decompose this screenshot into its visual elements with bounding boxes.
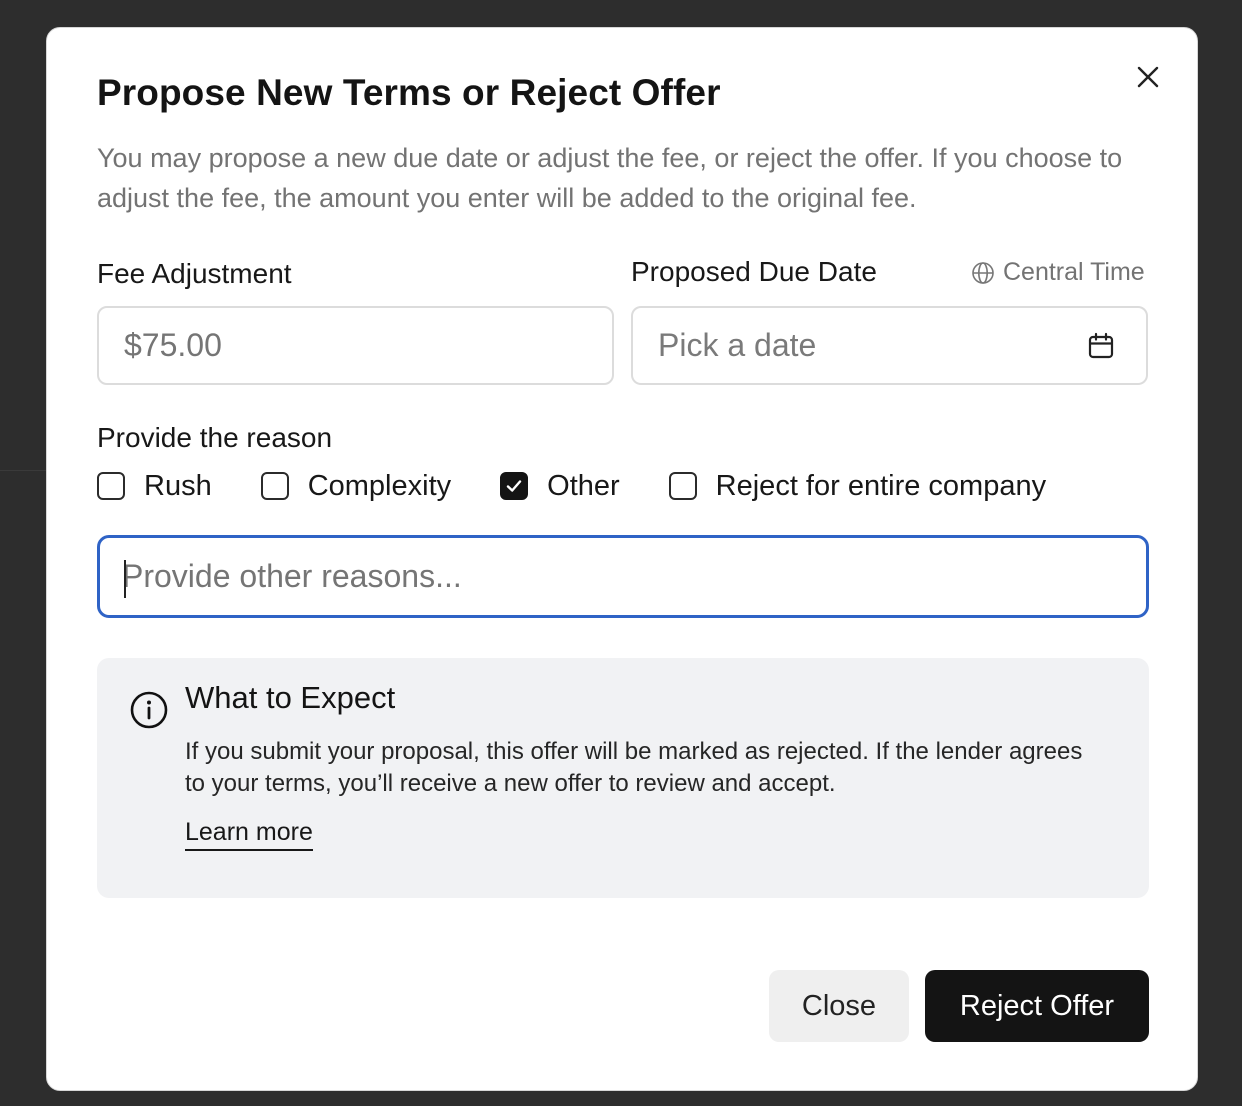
checkmark-icon [506,480,522,492]
fee-adjustment-input[interactable] [99,327,612,364]
other-reasons-field[interactable] [97,535,1149,618]
timezone-indicator: Central Time [971,258,1145,287]
checkbox-label: Other [547,469,620,502]
dialog-description: You may propose a new due date or adjust… [97,143,1123,213]
timezone-label: Central Time [1003,258,1145,286]
reject-offer-button[interactable]: Reject Offer [925,970,1149,1042]
checkbox-label: Complexity [307,469,452,502]
learn-more-link[interactable]: Learn more [185,818,313,851]
other-reasons-input[interactable] [100,558,1146,595]
fee-adjustment-field[interactable] [97,306,614,385]
text-cursor [124,560,126,598]
globe-icon [971,261,995,285]
due-date-picker[interactable]: Pick a date [631,306,1148,385]
calendar-icon[interactable] [1088,332,1114,360]
close-icon[interactable] [1133,62,1163,92]
info-icon [129,690,169,735]
propose-terms-dialog: Propose New Terms or Reject Offer You ma… [46,27,1198,1091]
backdrop [0,470,46,471]
due-date-label: Proposed Due Date [631,256,877,287]
reason-other-checkbox[interactable]: Other [500,470,620,503]
reason-heading: Provide the reason [97,422,333,453]
checkbox-box-checked[interactable] [500,472,529,500]
checkbox-box[interactable] [97,472,125,500]
close-button[interactable]: Close [769,970,909,1042]
reason-checkbox-group: Rush Complexity Other Reject for entire … [97,468,1046,504]
info-body: If you submit your proposal, this offer … [185,738,1083,797]
reason-reject-company-checkbox[interactable]: Reject for entire company [668,469,1047,503]
checkbox-label: Rush [144,469,212,502]
dialog-title: Propose New Terms or Reject Offer [97,72,721,113]
due-date-placeholder: Pick a date [658,327,817,363]
fee-adjustment-label: Fee Adjustment [97,258,292,289]
info-title: What to Expect [185,680,396,715]
reason-complexity-checkbox[interactable]: Complexity [260,469,452,503]
checkbox-label: Reject for entire company [715,469,1047,502]
checkbox-box[interactable] [668,472,697,500]
reason-rush-checkbox[interactable]: Rush [97,470,212,503]
what-to-expect-panel: What to Expect If you submit your propos… [97,658,1149,898]
checkbox-box[interactable] [260,472,289,500]
